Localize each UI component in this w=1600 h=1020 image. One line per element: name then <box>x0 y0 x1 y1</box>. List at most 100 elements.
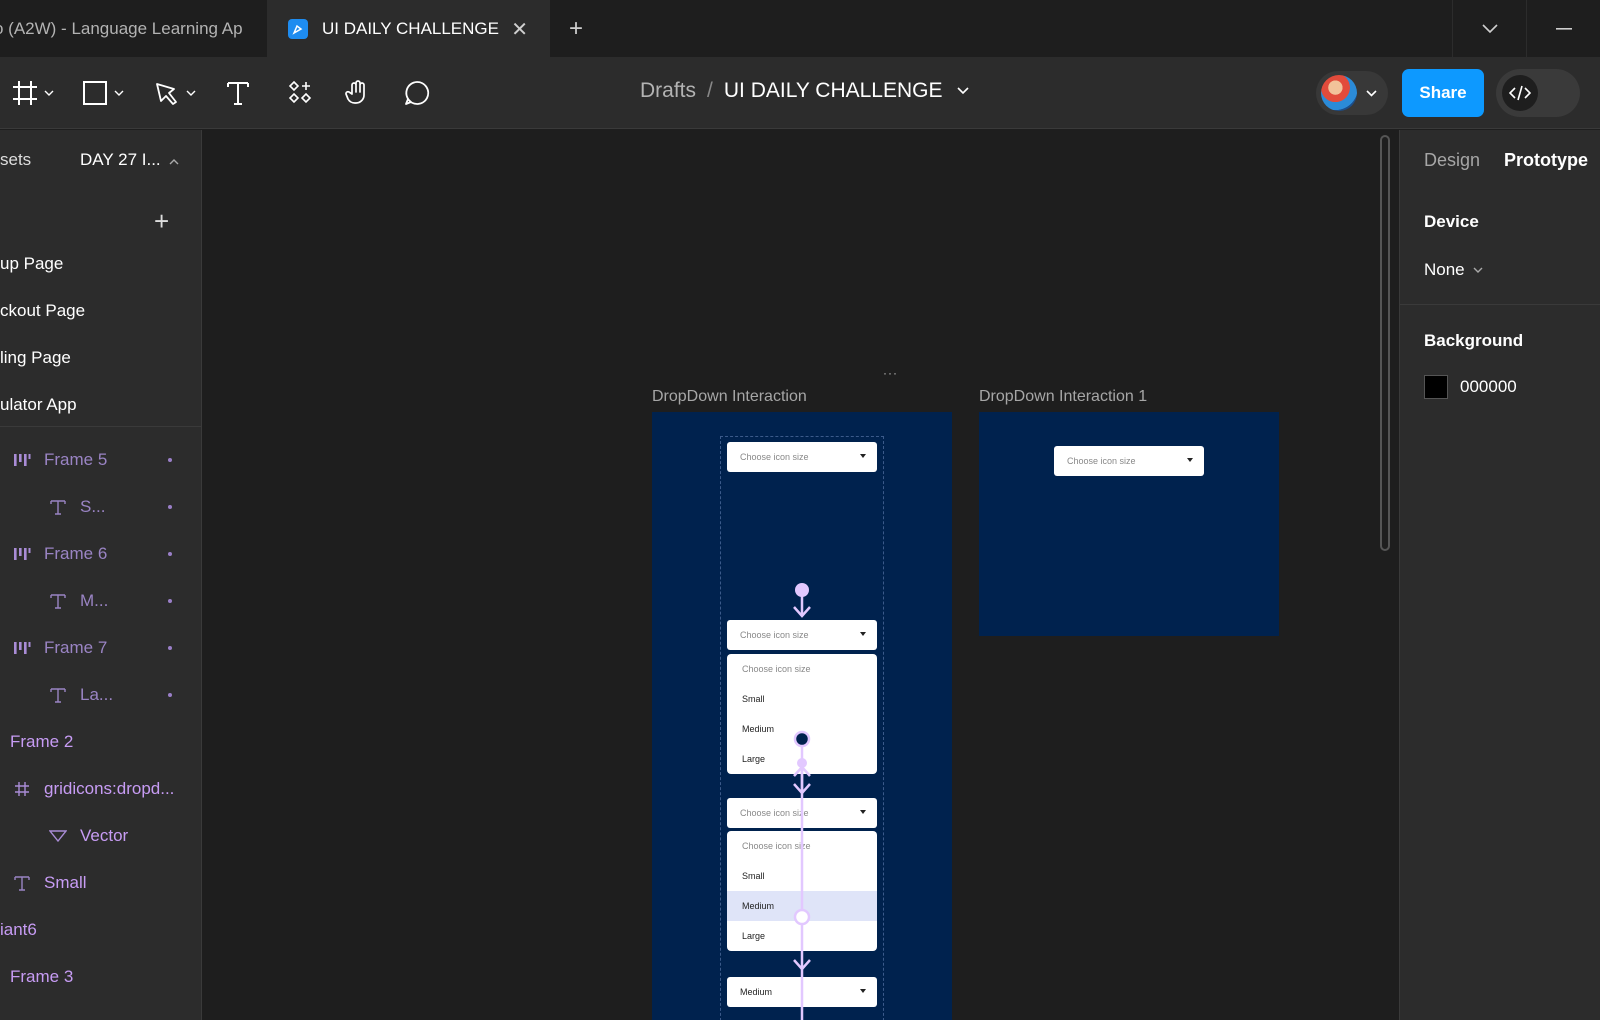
main-toolbar: Drafts / UI DAILY CHALLENGE Share <box>0 57 1600 129</box>
layer-row[interactable]: iant6 <box>0 906 201 954</box>
device-value: None <box>1424 260 1465 279</box>
layer-label: Frame 3 <box>10 967 74 986</box>
layer-dot <box>168 458 172 462</box>
tab-ui-daily-challenge[interactable]: UI DAILY CHALLENGE ✕ <box>268 0 550 57</box>
breadcrumb-separator: / <box>707 79 713 102</box>
frame-tool-icon <box>13 81 37 105</box>
page-item[interactable]: ling Page <box>0 348 71 368</box>
layer-row[interactable]: Frame 3 <box>0 953 201 1001</box>
layer-row[interactable]: Vector <box>0 812 201 860</box>
text-icon <box>46 499 70 515</box>
text-icon <box>46 593 70 609</box>
layer-row[interactable]: S... <box>0 483 201 531</box>
layer-row[interactable]: Small <box>0 859 201 907</box>
canvas-scrollbar[interactable] <box>1380 135 1390 551</box>
page-selector[interactable]: DAY 27 I... <box>80 150 179 170</box>
close-tab-icon[interactable]: ✕ <box>511 17 528 42</box>
page-selector-label: DAY 27 I... <box>80 150 161 169</box>
layer-row[interactable]: Frame 6 <box>0 530 201 578</box>
chevron-down-icon <box>186 90 196 96</box>
shape-tool-button[interactable] <box>82 75 124 111</box>
frame-icon <box>10 781 34 797</box>
layer-label: iant6 <box>0 920 37 939</box>
layer-row[interactable]: Frame 7 <box>0 624 201 672</box>
auto-layout-icon <box>10 547 34 561</box>
layer-row[interactable]: Frame 5 <box>0 436 201 484</box>
dropdown-placeholder: Choose icon size <box>1067 456 1136 466</box>
layer-label: Frame 5 <box>44 450 108 469</box>
tab-prototype[interactable]: Prototype <box>1504 150 1588 171</box>
assets-tab[interactable]: sets <box>0 150 31 170</box>
layer-row[interactable]: gridicons:dropd... <box>0 765 201 813</box>
dev-mode-toggle[interactable] <box>1496 69 1580 117</box>
text-icon <box>10 875 34 891</box>
layer-label: Small <box>44 873 87 892</box>
tab-design[interactable]: Design <box>1424 150 1480 171</box>
layer-dot <box>168 599 172 603</box>
tab-language-learning[interactable]: o (A2W) - Language Learning Ap <box>0 0 268 57</box>
figma-file-icon <box>288 18 308 39</box>
device-section-title: Device <box>1424 212 1479 231</box>
window-controls <box>1452 0 1600 57</box>
dropdown-closed[interactable]: Choose icon size <box>1054 446 1204 476</box>
properties-panel: Design Prototype Device None Background … <box>1399 130 1600 1020</box>
hand-tool-button[interactable] <box>344 75 372 111</box>
layer-label: S... <box>80 497 106 516</box>
chevron-down-icon <box>1473 267 1483 273</box>
divider <box>0 426 201 427</box>
frame-dropdown-interaction[interactable]: Choose icon size Choose icon size Choose… <box>652 412 952 1020</box>
auto-layout-icon <box>10 641 34 655</box>
page-item[interactable]: ckout Page <box>0 301 85 321</box>
page-item[interactable]: up Page <box>0 254 63 274</box>
panel-tabs: Design Prototype <box>1424 150 1588 171</box>
pen-tool-button[interactable] <box>154 75 196 111</box>
text-tool-button[interactable] <box>226 75 250 111</box>
layer-row[interactable]: Frame 2 <box>0 718 201 766</box>
layer-row[interactable]: La... <box>0 671 201 719</box>
user-menu[interactable] <box>1316 71 1388 115</box>
rectangle-tool-icon <box>83 81 107 105</box>
layer-dot <box>168 646 172 650</box>
layers-panel: sets DAY 27 I... + up Page ckout Page li… <box>0 130 202 1020</box>
frame-label[interactable]: DropDown Interaction 1 <box>979 388 1147 406</box>
text-icon <box>46 687 70 703</box>
background-section-title: Background <box>1424 331 1524 350</box>
tab-label: UI DAILY CHALLENGE <box>322 18 499 38</box>
design-canvas[interactable]: DropDown Interaction ··· DropDown Intera… <box>203 130 1398 1020</box>
background-hex[interactable]: 000000 <box>1460 377 1517 397</box>
file-menu-chevron-icon[interactable] <box>956 87 969 95</box>
layer-label: Vector <box>80 826 129 845</box>
comment-tool-button[interactable] <box>403 75 431 111</box>
layer-label: Frame 7 <box>44 638 108 657</box>
tab-list-chevron-icon[interactable] <box>1452 0 1526 57</box>
hand-tool-icon <box>345 80 365 104</box>
add-page-icon[interactable]: + <box>154 206 169 237</box>
chevron-up-icon <box>169 159 179 165</box>
frame-tool-button[interactable] <box>12 75 54 111</box>
file-name[interactable]: UI DAILY CHALLENGE <box>724 79 943 103</box>
breadcrumb-drafts[interactable]: Drafts <box>640 79 696 103</box>
layer-label: M... <box>80 591 109 610</box>
device-select[interactable]: None <box>1424 260 1483 280</box>
color-swatch[interactable] <box>1424 375 1448 399</box>
background-color-row[interactable]: 000000 <box>1424 375 1517 399</box>
layer-row[interactable]: M... <box>0 577 201 625</box>
comment-icon <box>405 81 430 105</box>
divider <box>1400 304 1600 305</box>
new-tab-button[interactable]: + <box>550 0 602 57</box>
layer-label: La... <box>80 685 114 704</box>
components-tool-button[interactable] <box>288 75 312 111</box>
frame-dropdown-interaction-1[interactable]: Choose icon size <box>979 412 1279 636</box>
layer-label: Frame 6 <box>44 544 108 563</box>
more-options-icon[interactable]: ··· <box>883 366 898 380</box>
prototype-connections <box>793 583 811 1020</box>
minimize-window-icon[interactable] <box>1526 0 1600 57</box>
pen-tool-icon <box>156 83 177 105</box>
share-button[interactable]: Share <box>1402 69 1484 117</box>
vector-icon <box>46 830 70 842</box>
page-item[interactable]: ulator App <box>0 395 77 415</box>
avatar <box>1321 75 1357 111</box>
tab-bar: o (A2W) - Language Learning Ap UI DAILY … <box>0 0 1600 57</box>
frame-label[interactable]: DropDown Interaction <box>652 388 807 406</box>
breadcrumb: Drafts / UI DAILY CHALLENGE <box>640 79 969 103</box>
